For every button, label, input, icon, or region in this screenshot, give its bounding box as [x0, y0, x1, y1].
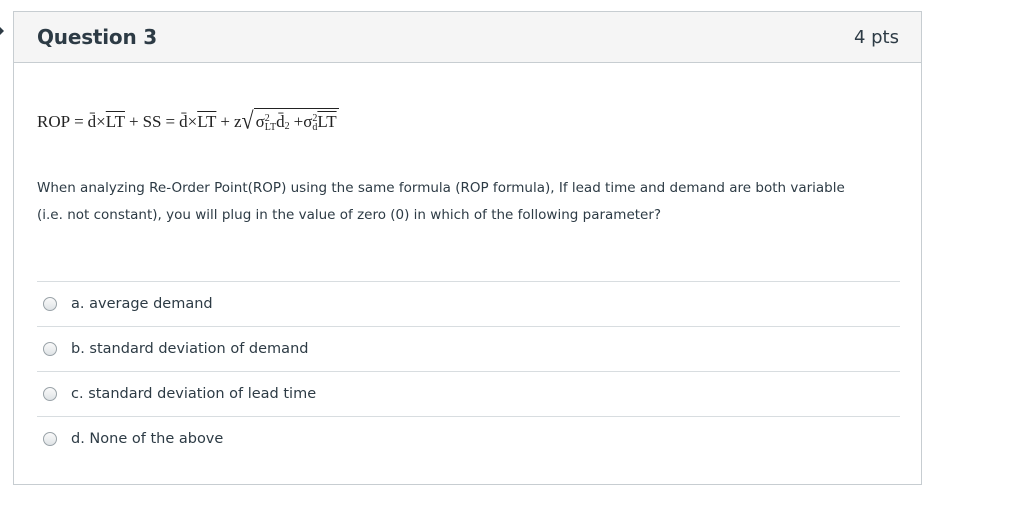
collapse-arrow-icon[interactable]	[0, 27, 4, 35]
formula-times: ×	[96, 112, 106, 131]
formula-sqrt: √ σ 2 LT d̄ 2 + σ2d LT	[241, 106, 339, 135]
question-header: Question 3 4 pts	[14, 12, 921, 63]
formula-d-bar: d̄	[276, 112, 285, 131]
answer-list: a. average demand b. standard deviation …	[37, 281, 900, 461]
formula-ss: SS	[142, 112, 162, 131]
radio-button[interactable]	[43, 387, 57, 401]
question-points: 4 pts	[853, 26, 899, 48]
radio-button[interactable]	[43, 342, 57, 356]
formula-d-bar: d̄	[87, 112, 97, 131]
formula-lt-bar: LT	[105, 112, 125, 131]
radical-icon: √	[241, 106, 254, 135]
answer-label[interactable]: c. standard deviation of lead time	[71, 386, 316, 402]
radio-button[interactable]	[43, 432, 57, 446]
rop-formula: ROP = d̄ × LT + SS = d̄ × LT + z √ σ 2 LT …	[37, 102, 898, 135]
formula-lt-bar: LT	[197, 112, 217, 131]
formula-plus: +	[220, 112, 230, 131]
formula-radicand: σ 2 LT d̄ 2 + σ2d LT	[253, 108, 339, 133]
formula-sigma-d: σ	[303, 112, 313, 131]
question-title: Question 3	[37, 25, 157, 49]
formula-equals: =	[165, 112, 176, 131]
formula-d-bar: d̄	[179, 112, 188, 131]
formula-rop: ROP	[37, 112, 71, 131]
formula-sigma-lt: σ	[255, 112, 265, 131]
radio-button[interactable]	[43, 297, 57, 311]
answer-label[interactable]: a. average demand	[71, 296, 213, 312]
answer-label[interactable]: b. standard deviation of demand	[71, 341, 308, 357]
answer-option-b[interactable]: b. standard deviation of demand	[37, 326, 900, 371]
formula-sub: LT	[264, 122, 277, 133]
formula-plus: +	[128, 112, 139, 131]
question-text: When analyzing Re-Order Point(ROP) using…	[37, 180, 845, 223]
formula-lt-bar: LT	[317, 112, 337, 131]
formula-equals: =	[74, 112, 84, 131]
answer-option-c[interactable]: c. standard deviation of lead time	[37, 371, 900, 416]
formula-plus: +	[293, 112, 304, 131]
formula-times: ×	[187, 112, 198, 131]
question-body: ROP = d̄ × LT + SS = d̄ × LT + z √ σ 2 LT …	[14, 102, 921, 229]
answer-option-d[interactable]: d. None of the above	[37, 416, 900, 461]
answer-label[interactable]: d. None of the above	[71, 431, 223, 447]
question-card: Question 3 4 pts ROP = d̄ × LT + SS = d̄…	[13, 11, 922, 485]
formula-sup: 2	[284, 121, 290, 132]
formula-z: z	[234, 112, 242, 131]
answer-option-a[interactable]: a. average demand	[37, 281, 900, 326]
